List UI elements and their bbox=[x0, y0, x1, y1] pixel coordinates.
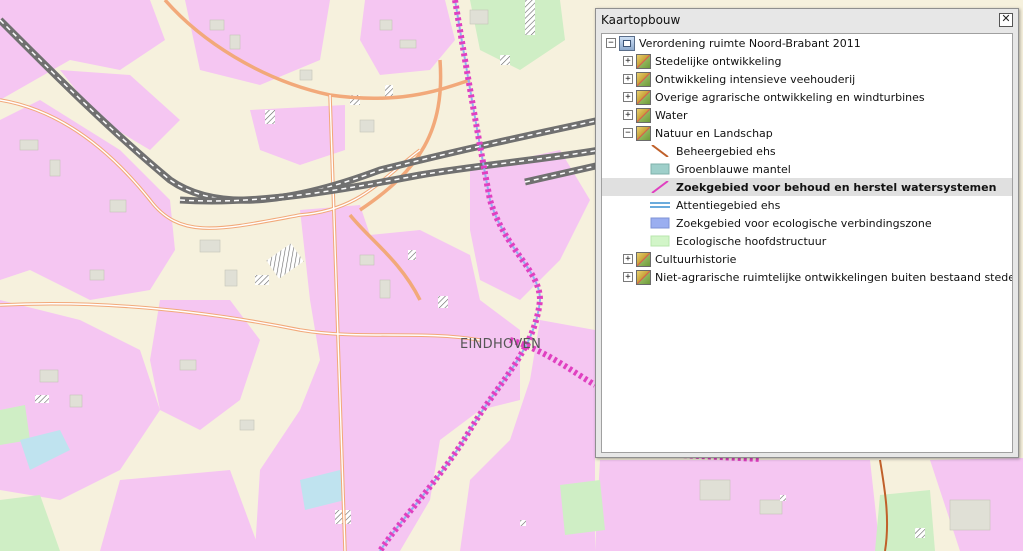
tree-group-cultuurhistorie[interactable]: + Cultuurhistorie bbox=[623, 250, 736, 268]
tree-group-label: Water bbox=[655, 108, 688, 122]
legend-item-selected[interactable]: Zoekgebied voor behoud en herstel waters… bbox=[602, 178, 1012, 196]
close-button[interactable]: ✕ bbox=[999, 13, 1013, 27]
tree-group-label: Niet-agrarische ruimtelijke ontwikkeling… bbox=[655, 270, 1012, 284]
tree-group-label: Overige agrarische ontwikkeling en windt… bbox=[655, 90, 925, 104]
layer-icon bbox=[636, 107, 651, 123]
legend-label: Beheergebied ehs bbox=[676, 144, 776, 158]
map-group-icon bbox=[619, 35, 635, 51]
layer-panel[interactable]: Kaartopbouw ✕ − Verordening ruimte Noord… bbox=[595, 8, 1019, 458]
legend-label: Ecologische hoofdstructuur bbox=[676, 234, 827, 248]
layer-icon bbox=[636, 251, 651, 267]
layer-tree: − Verordening ruimte Noord-Brabant 2011 … bbox=[601, 33, 1013, 453]
fill-symbol-icon bbox=[650, 163, 670, 175]
legend-item[interactable]: Attentiegebied ehs bbox=[650, 196, 780, 214]
expand-icon[interactable]: + bbox=[623, 254, 633, 264]
expand-icon[interactable]: + bbox=[623, 92, 633, 102]
expand-icon[interactable]: + bbox=[623, 272, 633, 282]
legend-label: Zoekgebied voor behoud en herstel waters… bbox=[676, 180, 997, 194]
tree-group-water[interactable]: + Water bbox=[623, 106, 688, 124]
tree-group-natuur[interactable]: − Natuur en Landschap bbox=[623, 124, 773, 142]
tree-root-label: Verordening ruimte Noord-Brabant 2011 bbox=[639, 36, 861, 50]
legend-label: Groenblauwe mantel bbox=[676, 162, 791, 176]
legend-item[interactable]: Zoekgebied voor ecologische verbindingsz… bbox=[650, 214, 932, 232]
legend-item[interactable]: Groenblauwe mantel bbox=[650, 160, 791, 178]
tree-group-niet-agrarische[interactable]: + Niet-agrarische ruimtelijke ontwikkeli… bbox=[623, 268, 1012, 286]
double-line-symbol-icon bbox=[650, 202, 670, 208]
layer-icon bbox=[636, 71, 651, 87]
legend-item[interactable]: Beheergebied ehs bbox=[650, 142, 776, 160]
expand-icon[interactable]: + bbox=[623, 56, 633, 66]
layer-icon bbox=[636, 125, 651, 141]
fill-symbol-icon bbox=[650, 217, 670, 229]
tree-group-label: Ontwikkeling intensieve veehouderij bbox=[655, 72, 856, 86]
layer-icon bbox=[636, 269, 651, 285]
collapse-icon[interactable]: − bbox=[606, 38, 616, 48]
layer-icon bbox=[636, 53, 651, 69]
legend-label: Zoekgebied voor ecologische verbindingsz… bbox=[676, 216, 932, 230]
expand-icon[interactable]: + bbox=[623, 110, 633, 120]
tree-group-label: Cultuurhistorie bbox=[655, 252, 737, 266]
diagonal-line-symbol-icon bbox=[651, 181, 669, 193]
tree-group-agrarische[interactable]: + Overige agrarische ontwikkeling en win… bbox=[623, 88, 925, 106]
tree-group-label: Stedelijke ontwikkeling bbox=[655, 54, 782, 68]
tree-group-veehouderij[interactable]: + Ontwikkeling intensieve veehouderij bbox=[623, 70, 855, 88]
legend-item[interactable]: Ecologische hoofdstructuur bbox=[650, 232, 826, 250]
legend-label: Attentiegebied ehs bbox=[676, 198, 781, 212]
city-label: EINDHOVEN bbox=[460, 337, 542, 352]
layer-icon bbox=[636, 89, 651, 105]
collapse-icon[interactable]: − bbox=[623, 128, 633, 138]
tree-root[interactable]: − Verordening ruimte Noord-Brabant 2011 bbox=[606, 34, 861, 52]
tree-group-stedelijke[interactable]: + Stedelijke ontwikkeling bbox=[623, 52, 781, 70]
panel-title: Kaartopbouw bbox=[601, 13, 681, 27]
expand-icon[interactable]: + bbox=[623, 74, 633, 84]
tree-group-label: Natuur en Landschap bbox=[655, 126, 773, 140]
fill-symbol-icon bbox=[650, 235, 670, 247]
diagonal-line-symbol-icon bbox=[651, 145, 669, 157]
